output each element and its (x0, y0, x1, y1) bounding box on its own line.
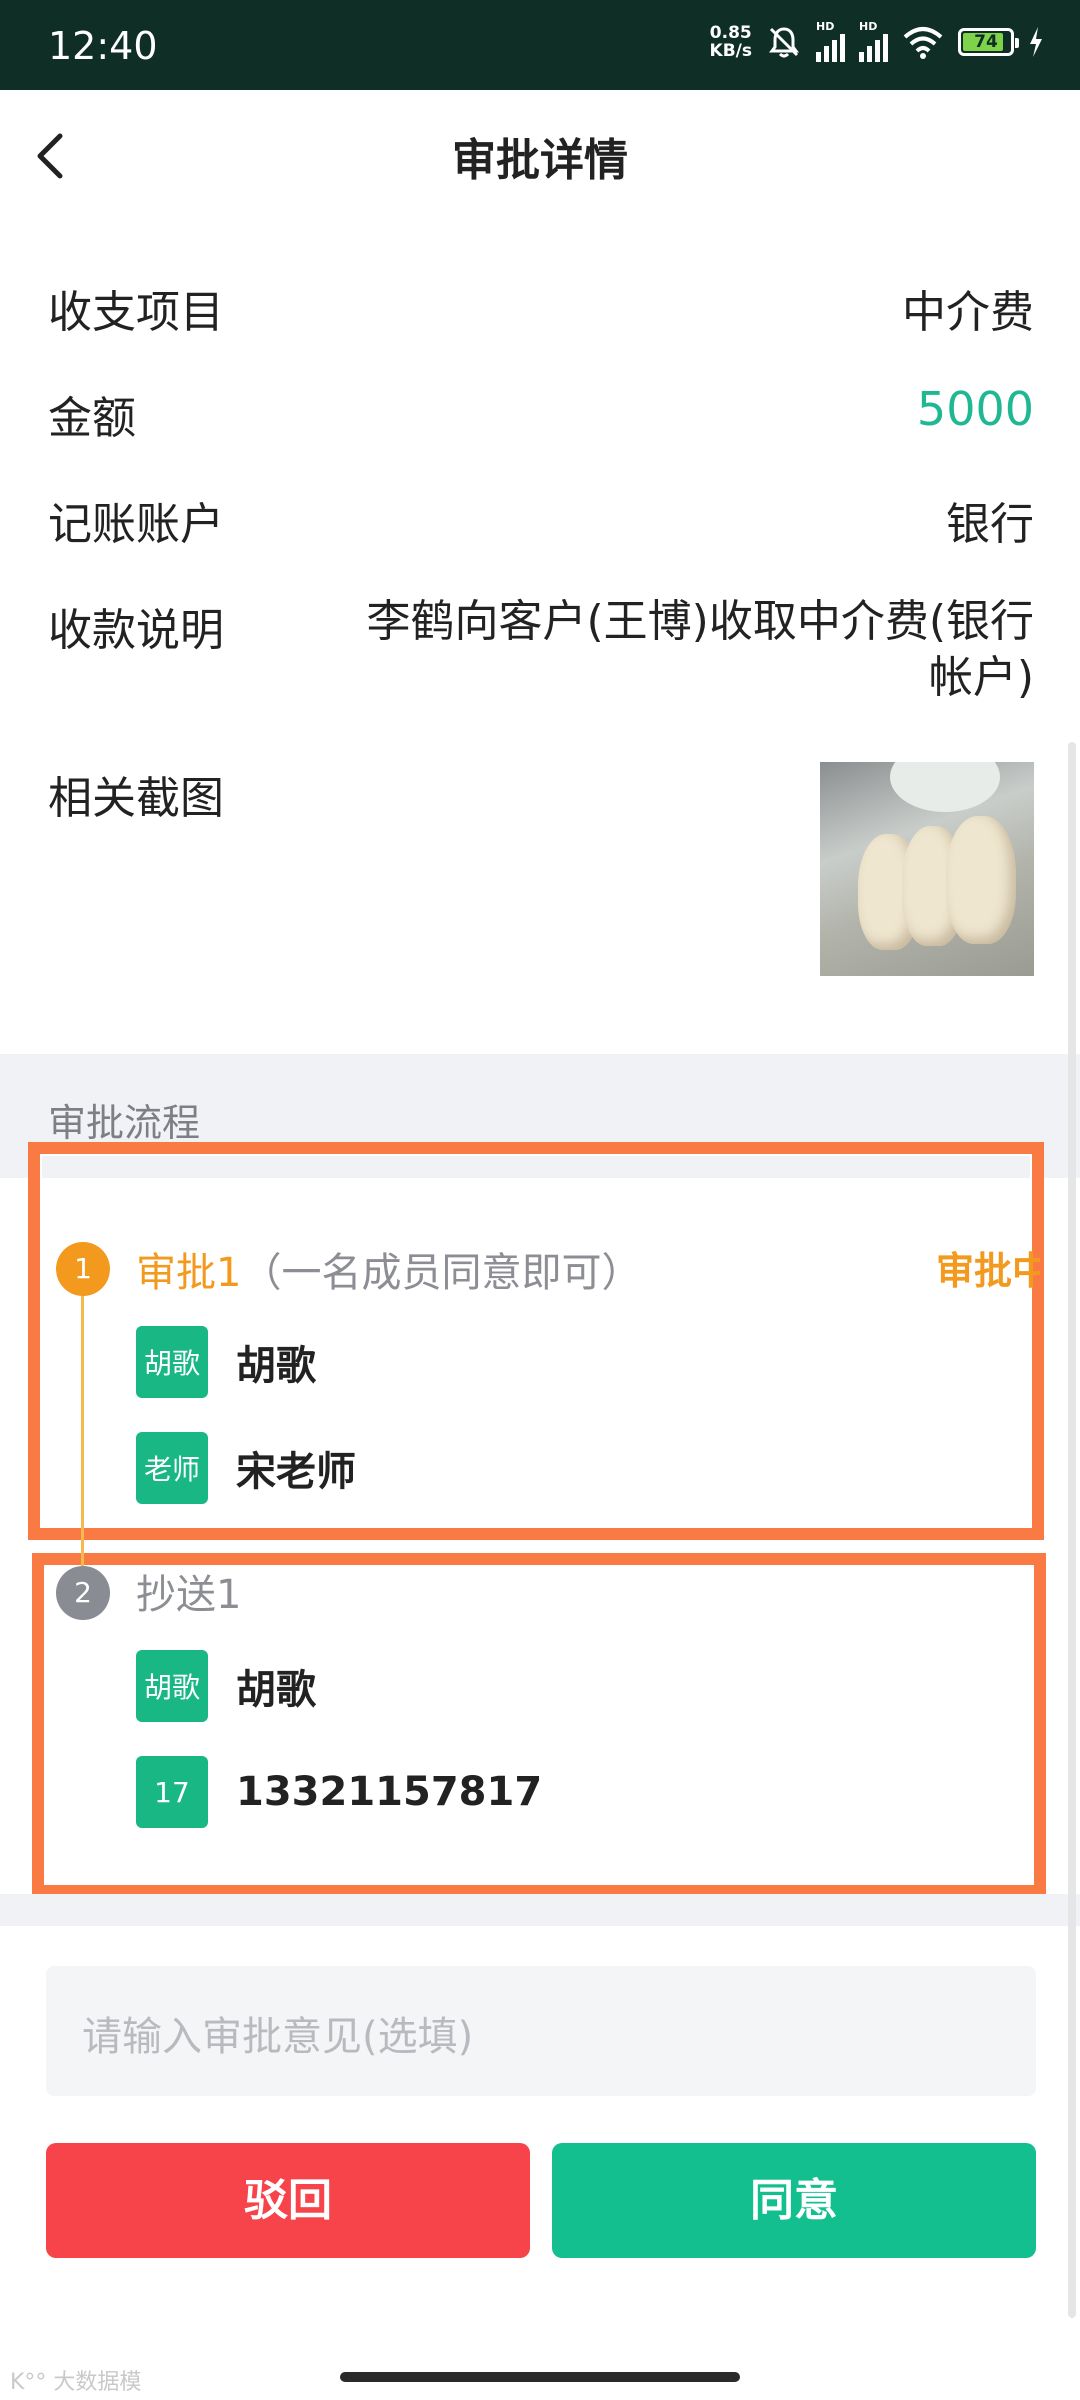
avatar: 胡歌 (136, 1650, 208, 1722)
nav-bar: 审批详情 (0, 90, 1080, 220)
charging-icon (1030, 27, 1042, 57)
member-item: 17 13321157817 (136, 1756, 542, 1828)
screenshot-label: 相关截图 (48, 773, 224, 824)
item-value: 中介费 (902, 287, 1034, 338)
step1-name: 审批1 (136, 1250, 242, 1296)
step1-note: （一名成员同意即可） (241, 1250, 642, 1296)
member-name: 宋老师 (236, 1449, 356, 1495)
status-bar: 12:40 0.85 KB/s HD HD 74 (0, 0, 1080, 90)
avatar: 老师 (136, 1432, 208, 1504)
signal-icon: HD (859, 20, 888, 62)
screenshot-thumbnail[interactable] (820, 762, 1034, 976)
member-item: 老师 宋老师 (136, 1432, 356, 1504)
status-icons: 0.85 KB/s HD HD 74 (709, 20, 1044, 62)
section-title-flow: 审批流程 (48, 1101, 201, 1145)
amount-value: 5000 (916, 382, 1034, 436)
approve-button[interactable]: 同意 (552, 2143, 1036, 2258)
item-label: 收支项目 (48, 287, 224, 338)
page-title: 审批详情 (452, 135, 628, 186)
scrollbar[interactable] (1068, 742, 1076, 2318)
step1-status: 审批中 (936, 1249, 1040, 1293)
reject-button[interactable]: 驳回 (46, 2143, 530, 2258)
status-time: 12:40 (48, 24, 158, 68)
mute-icon (769, 27, 799, 58)
description-label: 收款说明 (48, 605, 224, 656)
wifi-icon (903, 27, 943, 59)
opinion-input[interactable]: 请输入审批意见(选填) (46, 1966, 1036, 2096)
avatar: 17 (136, 1756, 208, 1828)
network-speed: 0.85 KB/s (709, 23, 752, 61)
member-item: 胡歌 胡歌 (136, 1326, 316, 1398)
account-value: 银行 (946, 499, 1034, 550)
battery-icon: 74 (958, 28, 1019, 56)
avatar: 胡歌 (136, 1326, 208, 1398)
member-name: 胡歌 (236, 1667, 316, 1713)
member-name: 13321157817 (236, 1769, 543, 1815)
member-item: 胡歌 胡歌 (136, 1650, 316, 1722)
step2-title: 抄送1 (136, 1572, 242, 1618)
member-name: 胡歌 (236, 1343, 316, 1389)
description-value: 李鹤向客户(王博)收取中介费(银行帐户) (366, 596, 1035, 703)
section-divider (0, 1894, 1080, 1926)
account-label: 记账账户 (48, 499, 224, 550)
watermark: K°° 大数据模 (10, 2370, 142, 2395)
step1-title: 审批1（一名成员同意即可） (136, 1240, 641, 1298)
step-connector (81, 1293, 84, 1566)
home-indicator[interactable] (340, 2372, 740, 2382)
step-number-2: 2 (56, 1566, 110, 1620)
amount-label: 金额 (48, 393, 136, 444)
step-number-1: 1 (56, 1242, 110, 1296)
signal-icon: HD (816, 20, 845, 62)
